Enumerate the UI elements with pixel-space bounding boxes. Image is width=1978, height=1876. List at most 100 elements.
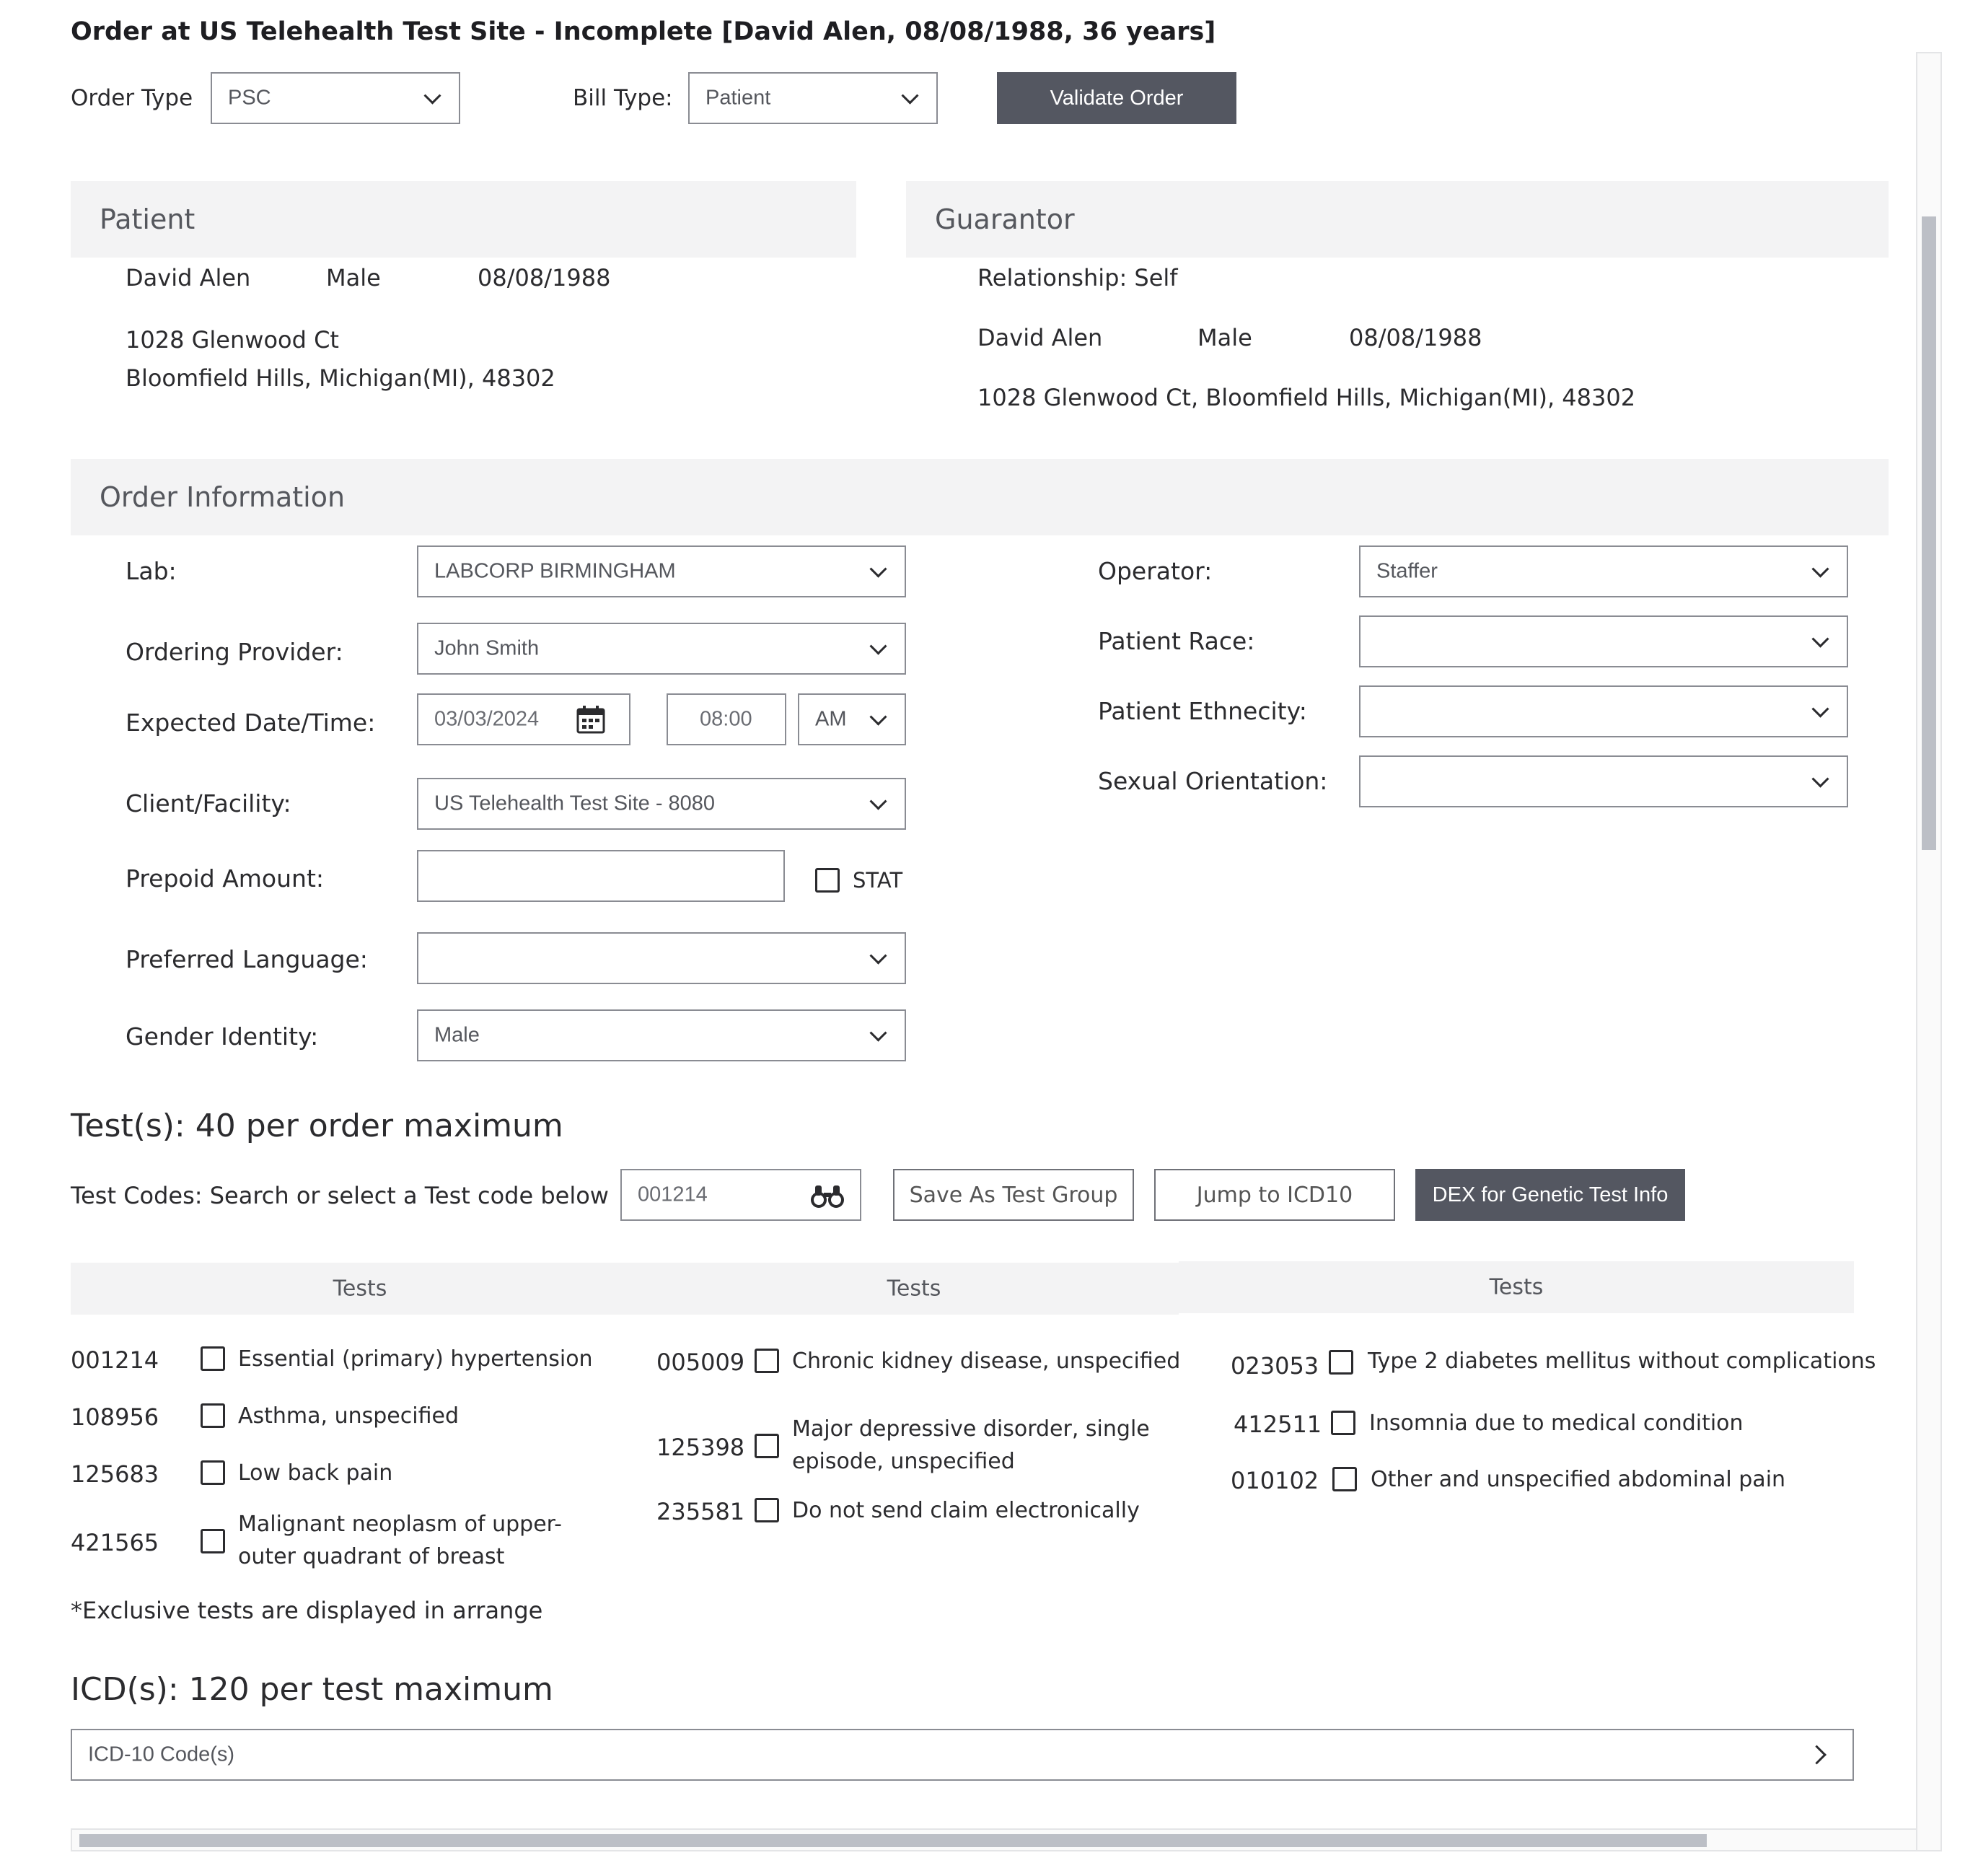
test-checkbox-108956[interactable] xyxy=(201,1403,225,1428)
chevron-down-icon xyxy=(1811,630,1829,648)
test-code: 108956 xyxy=(71,1403,159,1431)
chevron-down-icon xyxy=(869,560,887,578)
tests-column-header-label: Tests xyxy=(887,1276,941,1302)
horizontal-scrollbar-thumb[interactable] xyxy=(79,1834,1707,1847)
test-name: Other and unspecified abdominal pain xyxy=(1371,1467,1786,1492)
patient-race-label: Patient Race: xyxy=(1098,627,1255,655)
sexual-orientation-label: Sexual Orientation: xyxy=(1098,767,1328,795)
calendar-icon[interactable] xyxy=(576,704,606,735)
ordering-provider-value: John Smith xyxy=(434,636,540,660)
test-code: 412511 xyxy=(1234,1411,1322,1438)
test-name: Malignant neoplasm of upper-outer quadra… xyxy=(238,1512,562,1569)
order-type-label: Order Type xyxy=(71,85,193,111)
test-code: 125398 xyxy=(656,1434,745,1461)
jump-to-icd10-button[interactable]: Jump to ICD10 xyxy=(1154,1169,1395,1221)
am-pm-select[interactable]: AM xyxy=(798,693,906,745)
test-checkbox-421565[interactable] xyxy=(201,1529,225,1553)
chevron-down-icon xyxy=(1811,560,1829,578)
test-code: 001214 xyxy=(71,1346,159,1374)
test-code: 005009 xyxy=(656,1349,745,1376)
gender-identity-value: Male xyxy=(434,1023,480,1047)
chevron-down-icon xyxy=(901,87,919,105)
exclusive-tests-note: *Exclusive tests are displayed in arrang… xyxy=(71,1597,543,1624)
preferred-language-label: Preferred Language: xyxy=(126,945,368,973)
ordering-provider-select[interactable]: John Smith xyxy=(417,623,906,675)
test-name: Major depressive disorder, single episod… xyxy=(792,1416,1150,1474)
chevron-down-icon xyxy=(423,87,441,105)
test-code: 421565 xyxy=(71,1529,159,1556)
gender-identity-select[interactable]: Male xyxy=(417,1009,906,1061)
expected-date-input[interactable]: 03/03/2024 xyxy=(417,693,630,745)
test-checkbox-001214[interactable] xyxy=(201,1346,225,1371)
test-checkbox-125398[interactable] xyxy=(755,1434,779,1458)
guarantor-section-header: Guarantor xyxy=(906,181,1889,258)
patient-ethnicity-select[interactable] xyxy=(1359,685,1848,737)
icd10-accordion[interactable]: ICD-10 Code(s) xyxy=(71,1729,1854,1781)
test-checkbox-412511[interactable] xyxy=(1331,1411,1355,1435)
validate-order-button[interactable]: Validate Order xyxy=(997,72,1236,124)
chevron-down-icon xyxy=(869,947,887,965)
patient-address-line1: 1028 Glenwood Ct xyxy=(126,326,339,354)
client-facility-value: US Telehealth Test Site - 8080 xyxy=(434,792,716,815)
tests-column-header-label: Tests xyxy=(333,1276,387,1302)
test-name: Essential (primary) hypertension xyxy=(238,1346,593,1372)
bill-type-select[interactable]: Patient xyxy=(688,72,938,124)
patient-sex: Male xyxy=(326,264,381,292)
chevron-down-icon xyxy=(869,792,887,810)
horizontal-scrollbar[interactable] xyxy=(71,1828,1917,1851)
chevron-down-icon xyxy=(1811,700,1829,718)
chevron-down-icon xyxy=(869,1024,887,1042)
patient-section-header: Patient xyxy=(71,181,856,258)
lab-select[interactable]: LABCORP BIRMINGHAM xyxy=(417,545,906,597)
test-checkbox-125683[interactable] xyxy=(201,1460,225,1485)
expected-time-value: 08:00 xyxy=(700,707,752,731)
preferred-language-select[interactable] xyxy=(417,932,906,984)
test-code: 235581 xyxy=(656,1498,745,1525)
expected-time-input[interactable]: 08:00 xyxy=(667,693,786,745)
test-code-search-input[interactable]: 001214 xyxy=(620,1169,861,1221)
test-codes-search-label: Test Codes: Search or select a Test code… xyxy=(71,1182,609,1209)
am-pm-value: AM xyxy=(815,707,847,731)
guarantor-name: David Alen xyxy=(977,324,1103,351)
icd-heading: ICD(s): 120 per test maximum xyxy=(71,1671,553,1708)
dex-genetic-test-info-button[interactable]: DEX for Genetic Test Info xyxy=(1415,1169,1685,1221)
tests-column-header-1: Tests xyxy=(71,1263,649,1315)
save-as-test-group-button[interactable]: Save As Test Group xyxy=(893,1169,1134,1221)
page-title: Order at US Telehealth Test Site - Incom… xyxy=(71,17,1216,46)
vertical-scrollbar-thumb[interactable] xyxy=(1922,216,1936,850)
test-checkbox-023053[interactable] xyxy=(1329,1350,1353,1375)
vertical-scrollbar[interactable] xyxy=(1916,52,1942,1851)
guarantor-sex: Male xyxy=(1197,324,1252,351)
binoculars-icon[interactable] xyxy=(811,1183,844,1209)
stat-checkbox[interactable] xyxy=(815,868,840,893)
patient-heading: Patient xyxy=(100,203,195,235)
client-facility-select[interactable]: US Telehealth Test Site - 8080 xyxy=(417,778,906,830)
sexual-orientation-select[interactable] xyxy=(1359,755,1848,807)
bill-type-label: Bill Type: xyxy=(573,85,673,111)
test-code: 023053 xyxy=(1231,1352,1319,1380)
operator-select[interactable]: Staffer xyxy=(1359,545,1848,597)
order-type-value: PSC xyxy=(228,86,271,110)
patient-dob: 08/08/1988 xyxy=(478,264,611,292)
test-name: Insomnia due to medical condition xyxy=(1369,1411,1744,1436)
order-type-select[interactable]: PSC xyxy=(211,72,460,124)
operator-label: Operator: xyxy=(1098,557,1213,585)
lab-label: Lab: xyxy=(126,557,177,585)
test-checkbox-005009[interactable] xyxy=(755,1349,779,1373)
test-checkbox-235581[interactable] xyxy=(755,1498,779,1522)
operator-value: Staffer xyxy=(1376,559,1438,583)
test-code-search-value: 001214 xyxy=(638,1183,708,1206)
patient-race-select[interactable] xyxy=(1359,615,1848,667)
tests-heading: Test(s): 40 per order maximum xyxy=(71,1108,563,1144)
tests-column-header-3: Tests xyxy=(1179,1261,1854,1313)
patient-name: David Alen xyxy=(126,264,251,292)
order-info-heading: Order Information xyxy=(100,481,346,513)
expected-date-value: 03/03/2024 xyxy=(434,707,540,731)
guarantor-heading: Guarantor xyxy=(935,203,1075,235)
test-code: 125683 xyxy=(71,1460,159,1488)
guarantor-relationship: Relationship: Self xyxy=(977,264,1178,292)
prepaid-amount-input[interactable] xyxy=(417,850,785,902)
guarantor-dob: 08/08/1988 xyxy=(1349,324,1482,351)
test-checkbox-010102[interactable] xyxy=(1332,1467,1357,1491)
gender-identity-label: Gender Identity: xyxy=(126,1022,319,1051)
